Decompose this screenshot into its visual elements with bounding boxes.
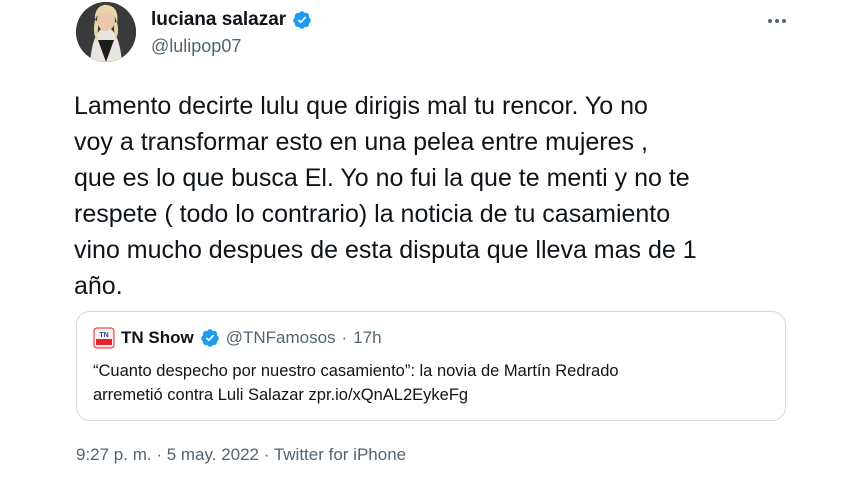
verified-badge-icon [200, 329, 219, 347]
tweet-text-line: vino mucho despues de esta disputa que l… [74, 236, 697, 264]
svg-text:TN: TN [99, 332, 108, 339]
tn-show-logo: TN [93, 327, 115, 349]
tweet-text-line: voy a transformar esto en una pelea entr… [74, 128, 648, 156]
tweet-text-line: respete ( todo lo contrario) la noticia … [74, 200, 671, 228]
tweet-text-line: Lamento decirte lulu que dirigis mal tu … [74, 92, 648, 120]
quoted-separator: · [341, 328, 348, 347]
verified-badge-icon [293, 11, 311, 29]
meta-separator: · [151, 445, 167, 464]
more-dot [782, 19, 786, 23]
avatar-photo [76, 2, 136, 62]
quoted-timestamp[interactable]: 17h [353, 328, 381, 348]
more-horizontal-icon [768, 19, 772, 23]
quoted-tweet-text: “Cuanto despecho por nuestro casamiento”… [93, 359, 773, 407]
tweet-text-line: que es lo que busca El. Yo no fui la que… [74, 164, 690, 192]
quoted-text-line: arremetió contra Luli Salazar zpr.io/xQn… [93, 386, 469, 404]
avatar[interactable] [76, 2, 136, 62]
quoted-display-name: TN Show [121, 328, 194, 347]
author-name-row[interactable]: luciana salazar [151, 9, 312, 31]
author-display-name[interactable]: luciana salazar [151, 9, 286, 31]
quoted-tweet-header: TN TN Show @TNFamosos · 17h [93, 327, 382, 349]
tweet-metadata: 9:27 p. m. · 5 may. 2022 · Twitter for i… [76, 445, 406, 465]
tweet-time[interactable]: 9:27 p. m. [76, 445, 152, 464]
tweet-text-line: año. [74, 272, 123, 300]
quoted-text-line: “Cuanto despecho por nuestro casamiento”… [93, 362, 619, 380]
more-options-button[interactable] [763, 10, 791, 32]
quoted-handle: @TNFamosos [225, 328, 336, 347]
tweet-date[interactable]: 5 may. 2022 [167, 445, 259, 464]
more-dot [775, 19, 779, 23]
author-handle[interactable]: @lulipop07 [151, 36, 241, 57]
tweet-text: Lamento decirte lulu que dirigis mal tu … [74, 88, 814, 304]
tweet-source-link[interactable]: Twitter for iPhone [274, 445, 406, 464]
meta-separator: · [259, 445, 274, 464]
quoted-tweet-card[interactable]: TN TN Show @TNFamosos · 17h “Cuanto desp… [76, 311, 786, 421]
